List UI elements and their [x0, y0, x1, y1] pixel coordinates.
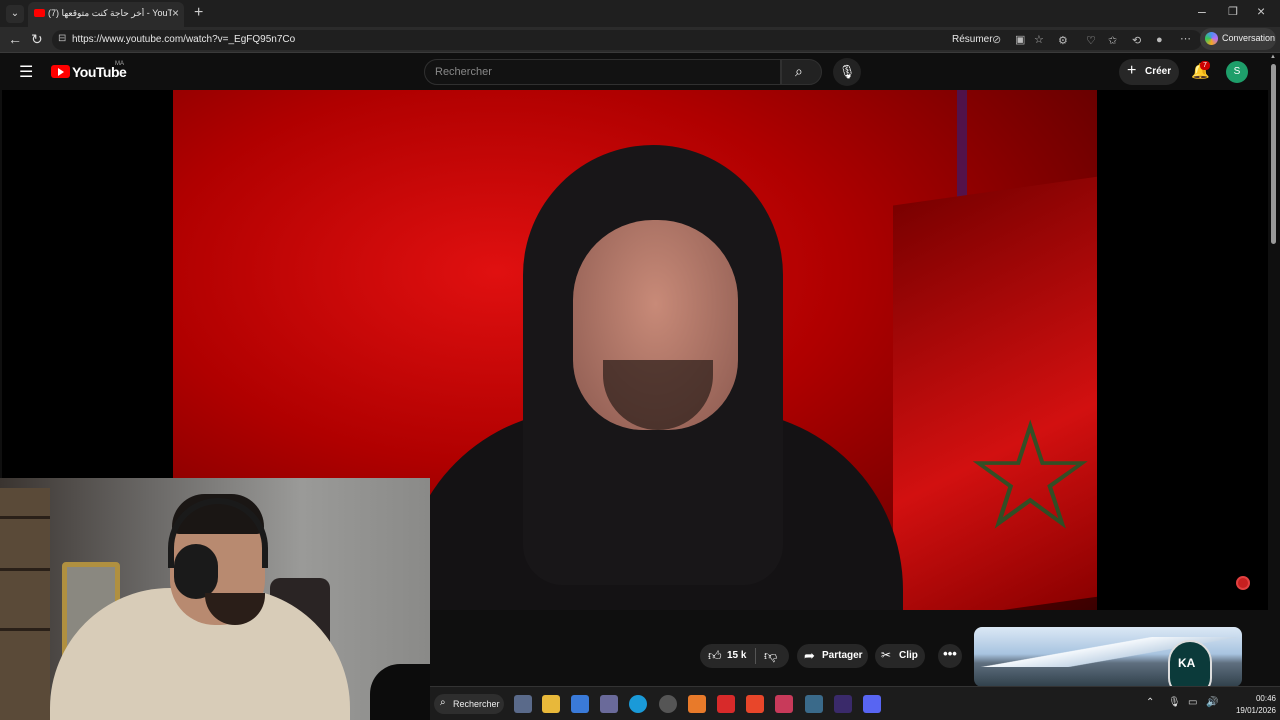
url-text[interactable]: https://www.youtube.com/watch?v=_EgFQ95n… — [72, 34, 295, 45]
clip-label: Clip — [899, 650, 918, 661]
favorite-star-icon[interactable]: ☆ — [1034, 33, 1044, 46]
like-divider — [755, 648, 756, 664]
taskbar-search[interactable]: ⌕ Rechercher — [434, 694, 504, 714]
video-actions-bar: 👍︎ 15 k 👎︎ ➦ Partager ✂ Clip ••• KA — [430, 610, 1268, 696]
search-icon: ⌕ — [440, 697, 446, 708]
window-close-button[interactable]: × — [1257, 3, 1265, 19]
app-triangle-icon[interactable] — [688, 695, 706, 713]
split-screen-icon[interactable]: ▣ — [1015, 33, 1025, 46]
refresh-icon[interactable]: ↻ — [31, 31, 43, 48]
address-bar[interactable]: ⊟ https://www.youtube.com/watch?v=_EgFQ9… — [52, 30, 1202, 50]
obs-icon[interactable] — [659, 695, 677, 713]
share-button[interactable]: ➦ Partager — [797, 644, 868, 668]
history-icon[interactable]: ⟲ — [1132, 34, 1141, 47]
youtube-header: ☰ YouTube MA Rechercher ⌕ 🎙 + Créer 🔔 7 … — [0, 54, 1268, 90]
edge-browser-icon[interactable] — [629, 695, 647, 713]
tray-expand-chevron-icon[interactable]: ⌃ — [1146, 697, 1154, 708]
like-thumbs-up-icon[interactable]: 👍︎ — [708, 648, 722, 664]
app-icon[interactable] — [600, 695, 618, 713]
taskbar-search-label: Rechercher — [453, 699, 500, 709]
wps-office-icon[interactable] — [717, 695, 735, 713]
more-actions-button[interactable]: ••• — [938, 644, 962, 668]
page-scrollbar[interactable]: ▲ — [1268, 54, 1280, 686]
summarize-icon[interactable]: ⊘ — [992, 33, 1001, 46]
search-placeholder: Rechercher — [435, 66, 492, 78]
clip-button[interactable]: ✂ Clip — [875, 644, 925, 668]
tray-volume-icon[interactable]: 🔊 — [1206, 697, 1218, 708]
tray-network-icon[interactable]: ▭ — [1188, 697, 1197, 708]
share-label: Partager — [822, 650, 863, 661]
channel-logo-glyph: KA — [1178, 656, 1196, 670]
share-arrow-icon: ➦ — [804, 648, 815, 663]
flag-star-icon: ☆ — [963, 392, 1097, 560]
webcam-overlay — [0, 478, 430, 720]
tab-title: (7) أخر حاجة كنت متوقعها - YouTube — [48, 8, 172, 18]
scroll-thumb[interactable] — [1271, 64, 1276, 244]
create-button[interactable]: + Créer — [1119, 59, 1179, 85]
create-label: Créer — [1145, 66, 1172, 77]
new-tab-button[interactable]: + — [194, 4, 203, 22]
window-minimize-button[interactable]: – — [1198, 3, 1206, 19]
tab-actions-chevron-icon[interactable]: ⌄ — [6, 5, 24, 23]
file-explorer-icon[interactable] — [542, 695, 560, 713]
copilot-icon — [1205, 32, 1218, 45]
tab-close-icon[interactable]: × — [172, 6, 179, 20]
account-avatar[interactable]: S — [1226, 61, 1248, 83]
taskbar-date[interactable]: 19/01/2026 — [1220, 706, 1276, 715]
search-button[interactable]: ⌕ — [781, 59, 822, 85]
browser-essentials-icon[interactable]: ♡ — [1086, 34, 1096, 47]
voice-search-mic-icon[interactable]: 🎙 — [833, 58, 861, 86]
search-icon: ⌕ — [795, 63, 803, 79]
shelf-board — [0, 568, 50, 571]
notification-count-badge: 7 — [1200, 61, 1210, 70]
like-dislike-group: 👍︎ 15 k 👎︎ — [700, 644, 789, 668]
youtube-favicon-icon — [34, 9, 45, 17]
plus-icon: + — [1127, 62, 1137, 79]
taskbar-time[interactable]: 00:46 — [1236, 694, 1276, 703]
shelf-board — [0, 516, 50, 519]
summarize-button[interactable]: Résumer — [952, 34, 993, 45]
shelf-board — [0, 628, 50, 631]
scissors-icon: ✂ — [881, 648, 892, 662]
back-arrow-icon[interactable]: ← — [8, 31, 22, 47]
browser-tab-active[interactable]: (7) أخر حاجة كنت متوقعها - YouTube × — [28, 2, 184, 27]
background-shelf — [0, 488, 50, 720]
country-code: MA — [115, 61, 124, 67]
next-app-icon[interactable] — [834, 695, 852, 713]
app-window-icon[interactable] — [805, 695, 823, 713]
brave-alt-icon[interactable] — [775, 695, 793, 713]
like-count[interactable]: 15 k — [727, 650, 746, 661]
search-input[interactable]: Rechercher — [424, 59, 781, 85]
site-info-icon[interactable]: ⊟ — [58, 33, 66, 44]
youtube-logo-play-icon — [58, 68, 64, 76]
profile-icon[interactable]: ● — [1156, 34, 1163, 46]
browser-tab-strip: ⌄ (7) أخر حاجة كنت متوقعها - YouTube × +… — [0, 0, 1280, 27]
microphone-arm — [370, 664, 430, 720]
headphones-icon — [174, 544, 218, 599]
browser-toolbar: ← ↻ ⊟ https://www.youtube.com/watch?v=_E… — [0, 27, 1280, 53]
copilot-conversation-button[interactable]: Conversation — [1200, 28, 1276, 50]
dislike-thumbs-down-icon[interactable]: 👎︎ — [764, 648, 777, 664]
tray-mic-icon[interactable]: 🎙 — [1168, 697, 1181, 708]
extensions-icon[interactable]: ⚙ — [1058, 34, 1068, 47]
window-maximize-button[interactable]: ❐ — [1228, 5, 1238, 18]
settings-more-icon[interactable]: ⋯ — [1180, 32, 1191, 45]
menu-hamburger-icon[interactable]: ☰ — [19, 62, 33, 82]
brave-browser-icon[interactable] — [746, 695, 764, 713]
task-view-icon[interactable] — [514, 695, 532, 713]
record-indicator-icon — [1236, 576, 1250, 590]
favorites-icon[interactable]: ✩ — [1108, 34, 1117, 47]
discord-icon[interactable] — [863, 695, 881, 713]
conversation-label: Conversation — [1222, 33, 1276, 43]
scroll-up-arrow-icon[interactable]: ▲ — [1270, 54, 1276, 60]
windows-taskbar: ⌕ Rechercher ⌃ 🎙 ▭ 🔊 00:46 19/01/2026 — [430, 686, 1280, 720]
store-icon[interactable] — [571, 695, 589, 713]
